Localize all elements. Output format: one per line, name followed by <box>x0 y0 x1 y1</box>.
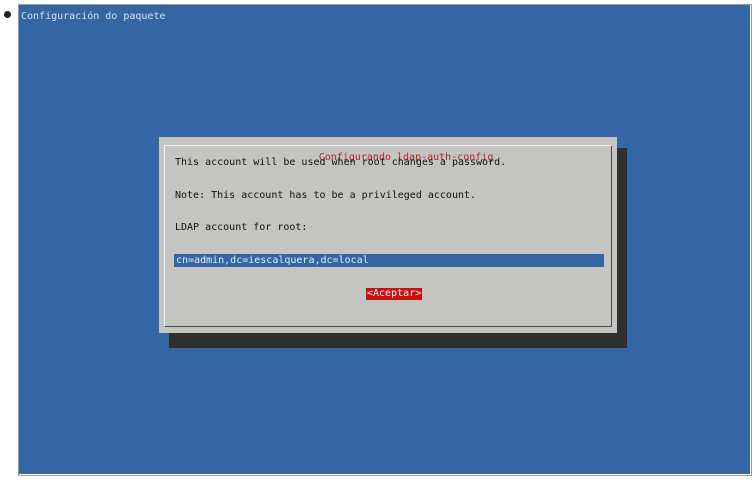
config-dialog: Configurando ldap-auth-config This accou… <box>159 137 617 333</box>
dialog-note: Note: This account has to be a privilege… <box>175 190 477 201</box>
list-bullet <box>4 11 11 18</box>
accept-button[interactable]: <Aceptar> <box>366 288 423 300</box>
ldap-root-account-input[interactable]: cn=admin,dc=iescalquera,dc=local <box>174 254 604 267</box>
backtitle: Configuración do paquete <box>21 11 166 22</box>
dialog-description: This account will be used when root chan… <box>175 157 507 168</box>
dialog-prompt-label: LDAP account for root: <box>175 222 308 233</box>
terminal-screen: Configuración do paquete Configurando ld… <box>19 5 750 474</box>
